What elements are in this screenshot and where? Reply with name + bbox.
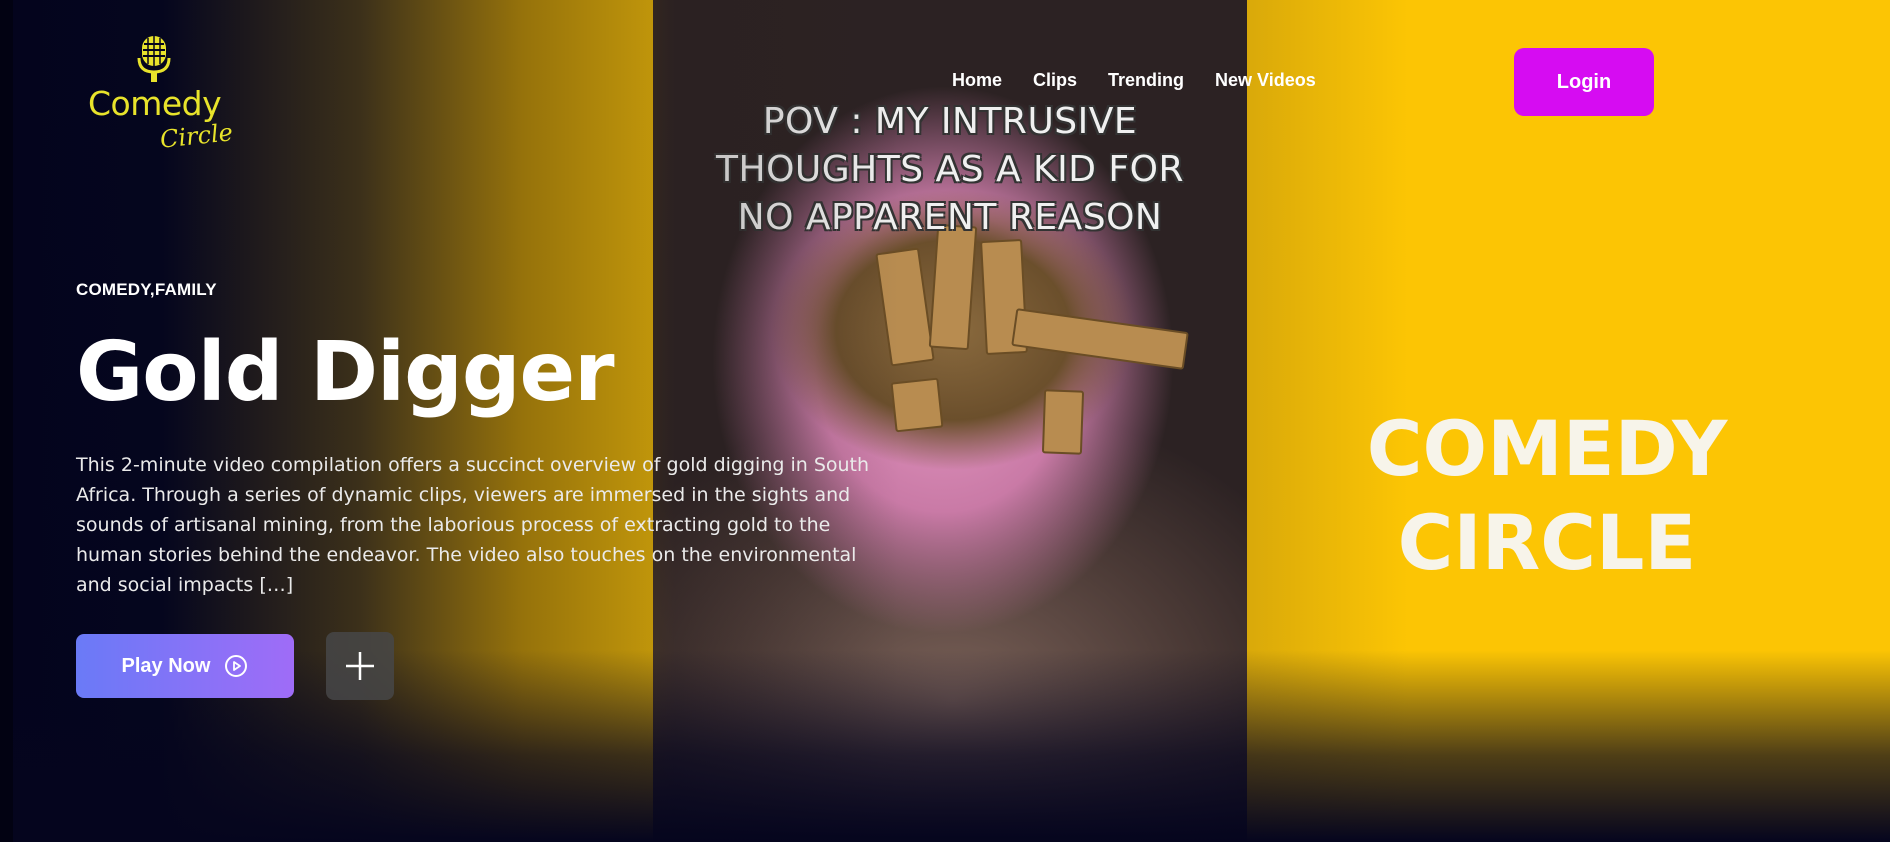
plus-icon xyxy=(346,652,374,680)
logo-wordmark: Comedy xyxy=(88,84,222,123)
nav-trending[interactable]: Trending xyxy=(1108,68,1184,92)
left-edge-strip xyxy=(0,0,13,842)
clothespin-shape xyxy=(1011,308,1189,370)
main-nav: Home Clips Trending New Videos xyxy=(952,68,1347,92)
play-now-label: Play Now xyxy=(121,654,211,677)
backdrop-brand-text: COMEDY CIRCLE xyxy=(1247,402,1847,590)
login-button[interactable]: Login xyxy=(1514,48,1654,116)
brand-text-line: COMEDY xyxy=(1366,404,1728,493)
microphone-icon xyxy=(137,36,171,82)
clothespin-shape xyxy=(1041,389,1085,455)
genre-tags: COMEDY,FAMILY xyxy=(76,280,217,299)
nav-clips[interactable]: Clips xyxy=(1033,68,1077,92)
video-description: This 2-minute video compilation offers a… xyxy=(76,454,870,596)
brand-text-line: CIRCLE xyxy=(1397,498,1697,587)
clothespin-shape xyxy=(928,223,978,351)
play-circle-icon xyxy=(225,655,248,677)
play-now-button[interactable]: Play Now xyxy=(76,634,294,698)
site-logo[interactable]: Comedy Circle xyxy=(86,32,236,154)
nav-home[interactable]: Home xyxy=(952,68,1002,92)
hero-stage: POV : MY INTRUSIVE THOUGHTS AS A KID FOR… xyxy=(0,0,1890,842)
nav-new-videos[interactable]: New Videos xyxy=(1215,68,1316,92)
add-to-list-button[interactable] xyxy=(326,632,394,700)
logo-script: Circle xyxy=(158,118,235,154)
page-title: Gold Digger xyxy=(76,325,615,420)
